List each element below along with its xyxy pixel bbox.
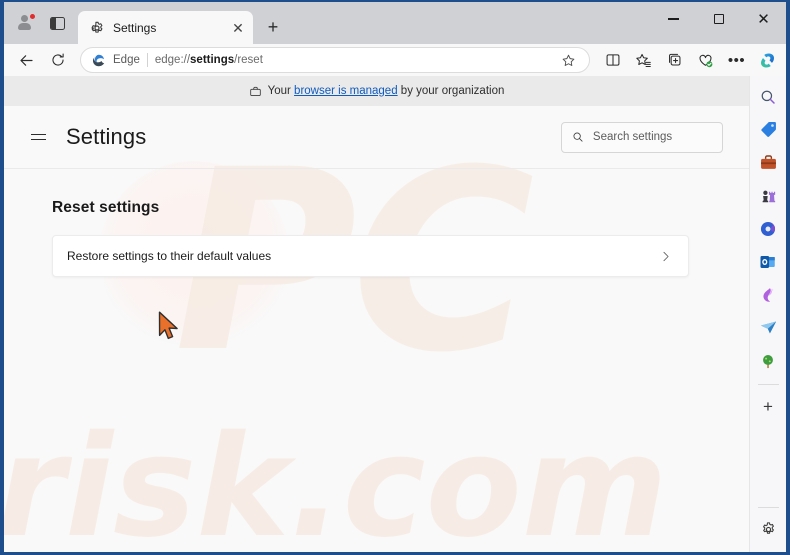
sidebar-divider-bottom — [757, 507, 779, 508]
split-screen-button[interactable] — [598, 47, 627, 73]
managed-link[interactable]: browser is managed — [294, 85, 398, 97]
settings-main: Reset settings Restore settings to their… — [4, 169, 749, 552]
managed-prefix: Your — [267, 85, 295, 97]
favorites-star-lines-icon — [636, 53, 651, 67]
refresh-button[interactable] — [43, 47, 72, 73]
tab-title: Settings — [113, 20, 157, 35]
managed-browser-banner: Your browser is managed by your organiza… — [4, 76, 749, 106]
copilot-icon — [761, 53, 774, 67]
chess-pieces-icon — [762, 190, 775, 203]
sidebar-add-button[interactable]: + — [754, 392, 783, 421]
minimize-icon — [668, 18, 679, 20]
sidebar-item-tools[interactable] — [754, 148, 783, 177]
search-settings-box[interactable] — [561, 121, 723, 153]
outlook-icon — [760, 255, 775, 268]
favorite-star-button[interactable] — [554, 47, 583, 73]
edge-logo-icon — [92, 54, 105, 66]
chevron-right-icon — [663, 251, 669, 261]
collections-button[interactable] — [660, 47, 689, 73]
url-text: edge://settings/reset — [154, 54, 263, 66]
tree-icon — [763, 354, 773, 368]
restore-defaults-label: Restore settings to their default values — [67, 249, 272, 263]
paper-plane-icon — [760, 321, 776, 334]
collections-icon — [668, 53, 680, 66]
microsoft-365-icon — [760, 221, 776, 236]
browser-window: Settings ✕ + ✕ Edge edge://settings/rese… — [0, 0, 790, 555]
close-icon: ✕ — [757, 9, 770, 28]
image-creator-icon — [763, 287, 774, 302]
refresh-icon — [51, 53, 64, 66]
managed-banner-text: Your browser is managed by your organiza… — [268, 85, 505, 97]
minimize-button[interactable] — [651, 2, 696, 36]
restore-defaults-row[interactable]: Restore settings to their default values — [52, 235, 689, 277]
tab-settings[interactable]: Settings ✕ — [78, 11, 253, 44]
split-screen-icon — [606, 54, 619, 66]
plus-icon: + — [267, 17, 279, 37]
tab-close-icon[interactable]: ✕ — [229, 19, 247, 37]
search-icon — [761, 90, 775, 104]
split-panel-icon — [49, 16, 65, 30]
favorites-button[interactable] — [629, 47, 658, 73]
window-controls: ✕ — [651, 2, 786, 36]
settings-page: Your browser is managed by your organiza… — [4, 76, 749, 552]
copilot-button[interactable] — [753, 47, 782, 73]
sidebar-item-shopping[interactable] — [754, 115, 783, 144]
avatar — [16, 13, 36, 32]
briefcase-icon — [249, 86, 261, 96]
hamburger-icon-line — [30, 133, 46, 135]
edge-sidebar: + — [749, 76, 786, 552]
notification-dot-icon — [29, 13, 36, 20]
settings-header: Settings — [4, 106, 749, 169]
address-bar[interactable]: Edge edge://settings/reset — [80, 47, 590, 73]
edge-label: Edge — [113, 54, 140, 66]
browser-toolbar: Edge edge://settings/reset ••• — [4, 44, 786, 76]
ellipsis-icon: ••• — [727, 51, 746, 69]
browser-essentials-button[interactable] — [691, 47, 720, 73]
more-options-button[interactable]: ••• — [722, 47, 751, 73]
sidebar-item-outlook[interactable] — [754, 247, 783, 276]
settings-menu-button[interactable] — [22, 121, 54, 153]
section-heading-reset-settings: Reset settings — [52, 199, 160, 216]
url-bold-segment: settings — [190, 54, 235, 66]
new-tab-button[interactable]: + — [259, 13, 287, 41]
plus-icon: + — [763, 397, 773, 416]
price-tag-icon — [760, 122, 776, 137]
maximize-icon — [713, 14, 724, 24]
star-icon — [562, 54, 575, 66]
hamburger-icon-line — [30, 139, 46, 141]
sidebar-item-image-creator[interactable] — [754, 280, 783, 309]
managed-suffix: by your organization — [397, 85, 505, 97]
profile-button[interactable] — [10, 8, 40, 38]
title-bar: Settings ✕ + ✕ — [4, 2, 786, 44]
sidebar-item-drop[interactable] — [754, 346, 783, 375]
titlebar-left-controls — [4, 2, 72, 44]
search-input[interactable] — [592, 131, 712, 143]
gear-icon — [762, 522, 774, 534]
close-button[interactable]: ✕ — [741, 2, 786, 36]
back-button[interactable] — [12, 47, 41, 73]
sidebar-item-search[interactable] — [754, 82, 783, 111]
workspaces-button[interactable] — [42, 8, 72, 38]
maximize-button[interactable] — [696, 2, 741, 36]
sidebar-divider — [757, 384, 779, 385]
page-title: Settings — [66, 124, 147, 149]
arrow-left-icon — [20, 54, 33, 66]
sidebar-item-games[interactable] — [754, 181, 783, 210]
sidebar-item-designer[interactable] — [754, 313, 783, 342]
briefcase-icon — [760, 155, 776, 169]
gear-icon — [91, 21, 103, 33]
address-separator — [146, 53, 148, 67]
sidebar-settings-button[interactable] — [754, 515, 783, 544]
search-icon — [573, 132, 583, 142]
page-body: Your browser is managed by your organiza… — [4, 76, 786, 552]
heart-shield-icon — [699, 54, 713, 67]
sidebar-item-microsoft365[interactable] — [754, 214, 783, 243]
